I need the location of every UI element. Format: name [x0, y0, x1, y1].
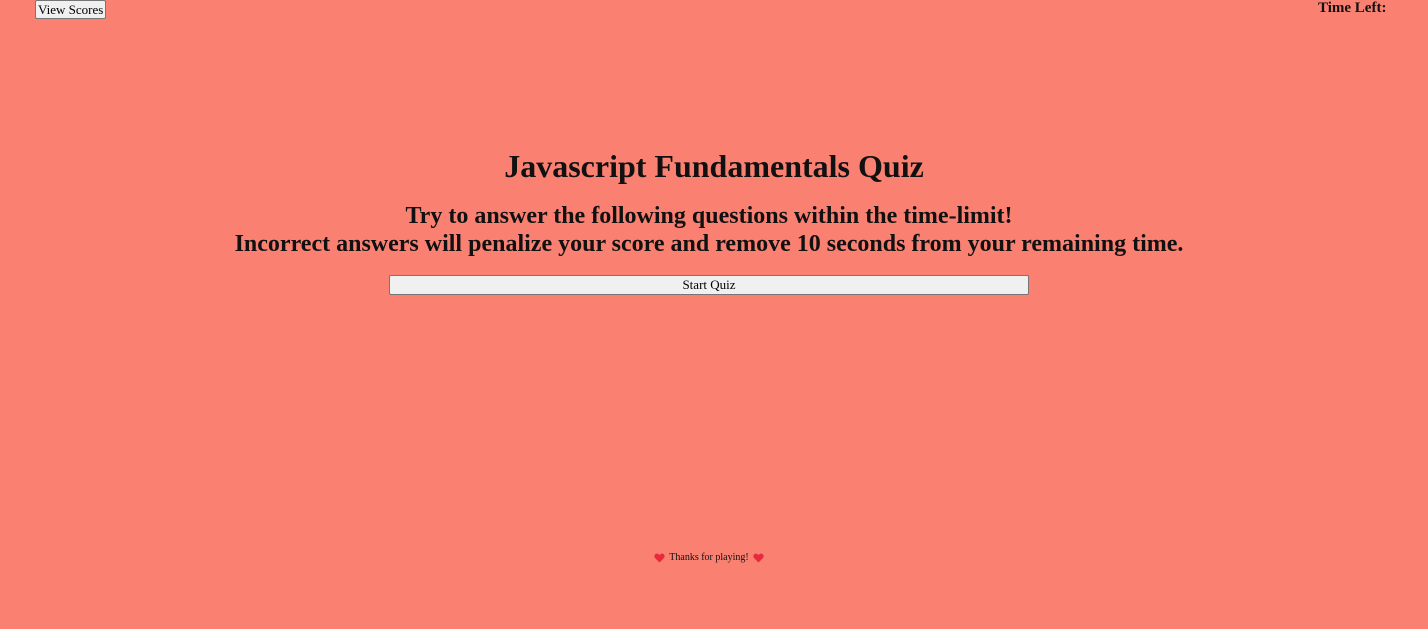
footer: Thanks for playing! [0, 550, 1418, 566]
view-scores-button[interactable]: View Scores [35, 0, 107, 19]
quiz-instructions: Try to answer the following questions wi… [0, 202, 1418, 258]
page-title: Javascript Fundamentals Quiz [504, 148, 924, 184]
start-quiz-button[interactable]: Start Quiz [389, 275, 1029, 295]
instructions-line-2: Incorrect answers will penalize your sco… [234, 231, 1184, 257]
footer-text: Thanks for playing! [669, 552, 749, 563]
heart-icon [654, 553, 665, 563]
quiz-page: View Scores Time Left: Javascript Fundam… [0, 0, 1428, 629]
heart-icon [753, 553, 764, 563]
instructions-line-1: Try to answer the following questions wi… [405, 203, 1013, 229]
timer: Time Left: [1318, 0, 1390, 17]
time-left-label: Time Left: [1318, 0, 1387, 16]
